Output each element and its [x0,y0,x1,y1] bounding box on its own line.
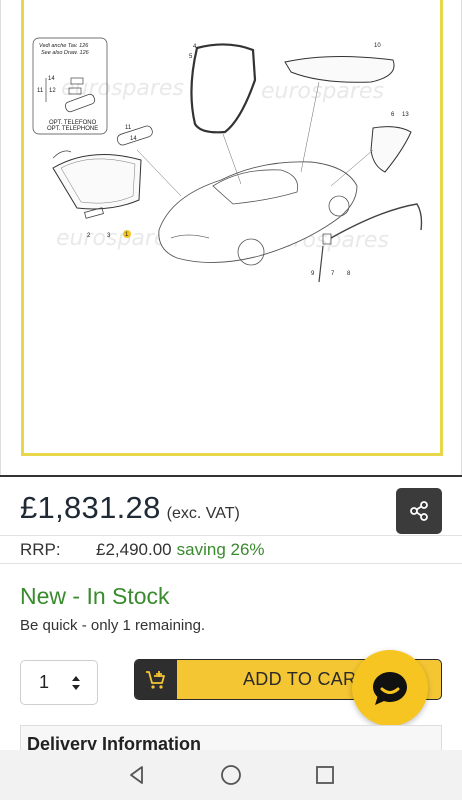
nav-home-button[interactable] [216,760,246,790]
stock-status: New - In Stock [20,583,170,609]
product-price: £1,831.28 [20,490,161,525]
door-seal-sketch [190,43,257,134]
note-text: See also Draw. 126 [41,50,90,56]
part-number: 11 [125,125,132,131]
part-number: 8 [347,271,351,277]
cart-icon-box [135,660,177,699]
cart-add-icon [146,670,165,689]
share-button[interactable] [396,488,442,534]
product-page: eurospares eurospares eurospares eurospa… [0,0,462,800]
part-number: 5 [189,54,193,60]
stock-note: Be quick - only 1 remaining. [20,617,206,634]
part-number: 7 [331,271,335,277]
nav-back-button[interactable] [122,760,152,790]
rrp-row: RRP: £2,490.00 saving 26% [20,537,462,563]
part-number: 11 [37,88,44,94]
chevron-updown-icon [72,676,80,690]
part-number: 13 [402,112,409,118]
part-number: 9 [311,271,315,277]
divider [0,535,462,536]
nav-home-icon [221,765,241,785]
section-divider [0,475,462,477]
windscreen-sketch [52,154,142,210]
parts-diagram-panel: eurospares eurospares eurospares eurospa… [0,0,462,476]
chat-bubble-icon [373,672,407,705]
quantity-value: 1 [39,672,50,692]
watermark-text: eurospares [261,79,384,104]
share-icon [410,501,428,521]
price-row: £1,831.28 (exc. VAT) [20,490,240,526]
quantity-selector[interactable]: 1 [20,660,98,705]
part-number: 10 [374,43,381,49]
watermark-text: eurospares [61,76,184,101]
note-text: Vedi anche Tav. 126 [39,43,89,49]
opt-text: OPT. TELEPHONE [47,126,98,132]
part-number: 14 [48,76,55,82]
android-nav-bar [0,750,462,800]
nav-recents-button[interactable] [310,760,340,790]
parts-diagram[interactable]: eurospares eurospares eurospares eurospa… [1,0,462,460]
vat-note: (exc. VAT) [166,505,240,522]
divider [0,563,462,564]
pointer-line [136,149,182,197]
part-number: 6 [391,112,395,118]
wire-sketch [52,150,72,159]
quarter-glass-sketch [370,126,412,173]
saving-text: saving 26% [176,540,265,559]
rrp-value: £2,490.00 [96,540,172,559]
rrp-label: RRP: [20,540,61,559]
part-number: 12 [49,88,56,94]
nav-recents-icon [316,766,334,784]
nav-back-icon [130,766,143,784]
chat-button[interactable] [352,650,428,726]
